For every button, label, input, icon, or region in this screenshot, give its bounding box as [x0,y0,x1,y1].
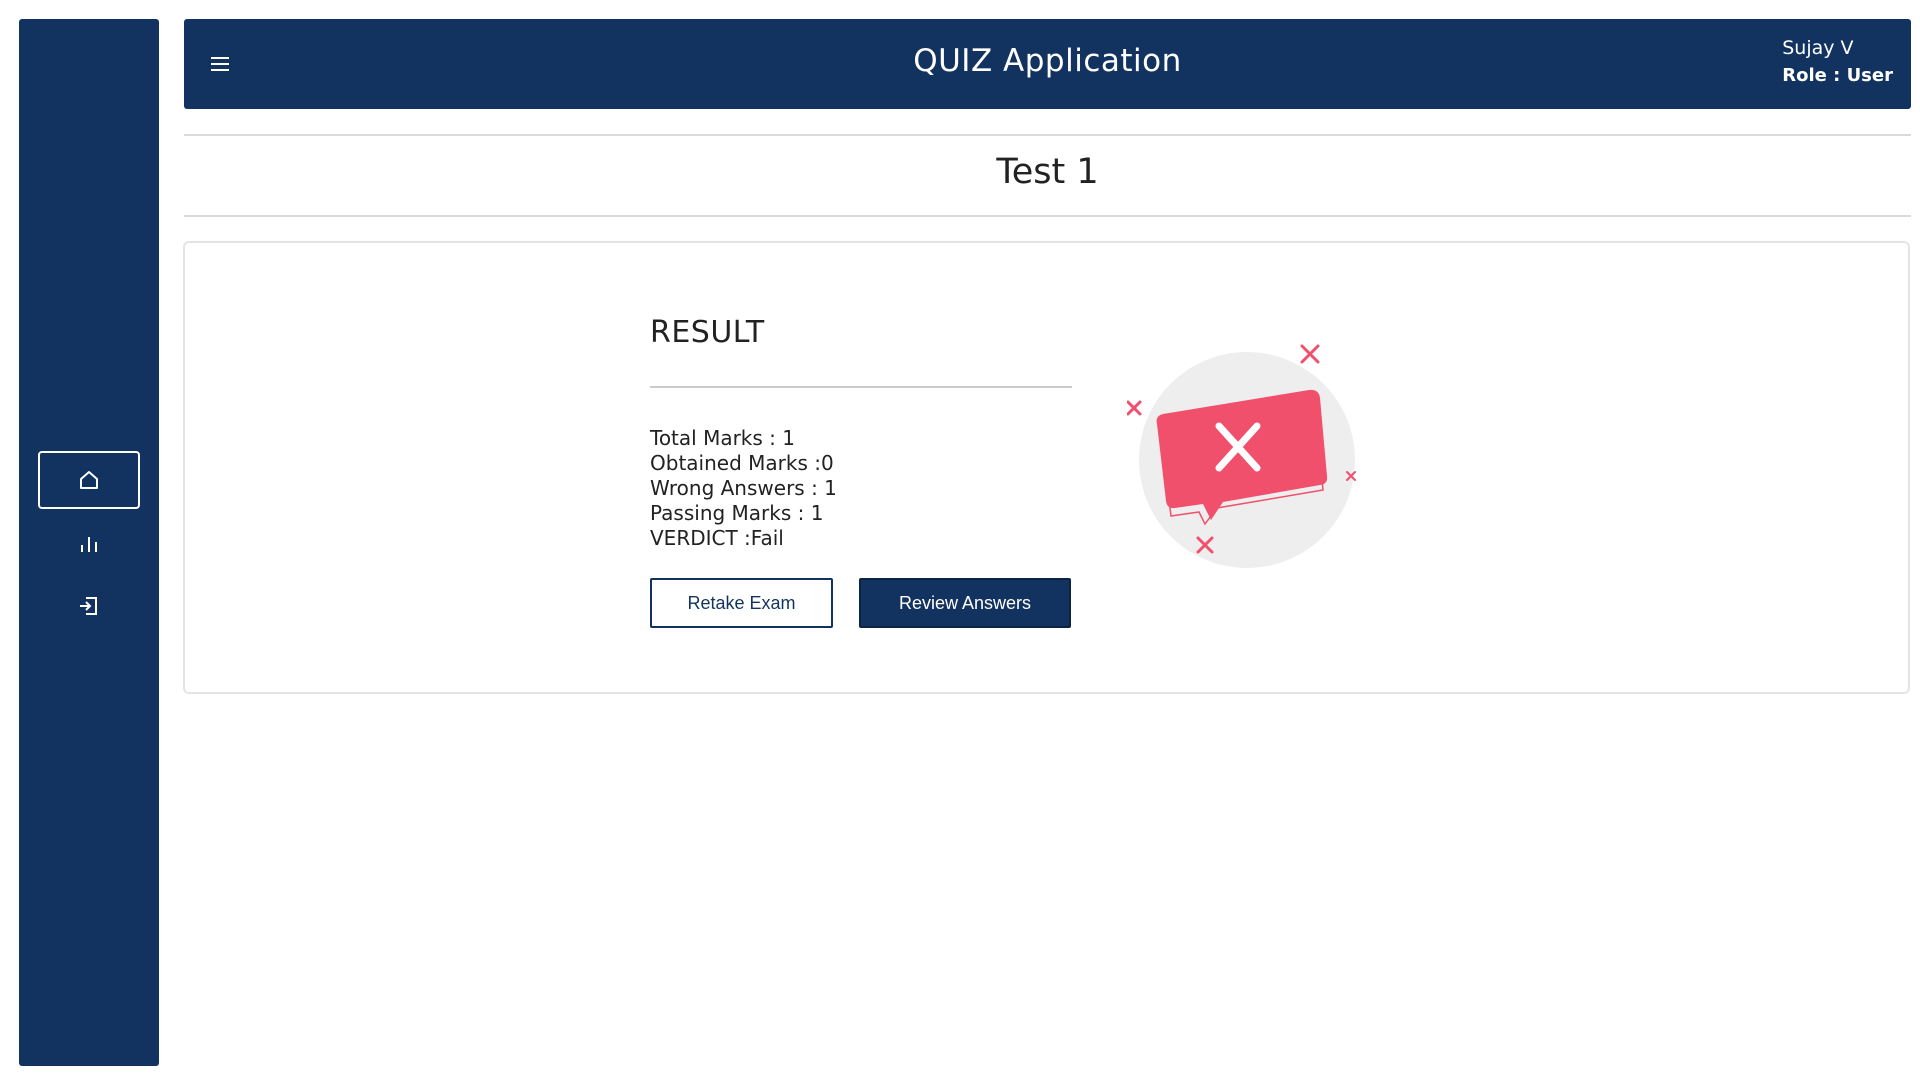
top-navbar: QUIZ Application Sujay V Role : User [184,19,1911,109]
user-info: Sujay V Role : User [1782,35,1893,89]
title-bottom-divider [184,215,1911,217]
page-title: Test 1 [996,152,1099,192]
result-divider [650,386,1072,388]
passing-marks: Passing Marks : 1 [650,501,824,525]
app-title: QUIZ Application [913,43,1182,79]
sidebar-item-stats[interactable] [38,515,140,573]
verdict: VERDICT :Fail [650,526,784,550]
result-heading: RESULT [650,315,765,350]
retake-exam-button[interactable]: Retake Exam [650,578,833,628]
bar-chart-icon [81,537,97,552]
logout-icon [80,597,97,615]
total-marks: Total Marks : 1 [650,426,795,450]
result-stats: Total Marks : 1 Obtained Marks :0 Wrong … [650,426,837,551]
review-answers-button[interactable]: Review Answers [859,578,1071,628]
user-role: Role : User [1782,65,1893,86]
sidebar-item-logout[interactable] [38,577,140,635]
sidebar-item-home[interactable] [38,451,140,509]
title-top-divider [184,134,1911,136]
obtained-marks: Obtained Marks :0 [650,451,834,475]
home-icon [80,471,98,489]
result-card: RESULT Total Marks : 1 Obtained Marks :0… [183,241,1910,694]
user-name: Sujay V [1782,37,1854,59]
sidebar [19,19,159,1066]
fail-x-speech-bubble-icon [1127,344,1356,568]
wrong-answers: Wrong Answers : 1 [650,476,837,500]
